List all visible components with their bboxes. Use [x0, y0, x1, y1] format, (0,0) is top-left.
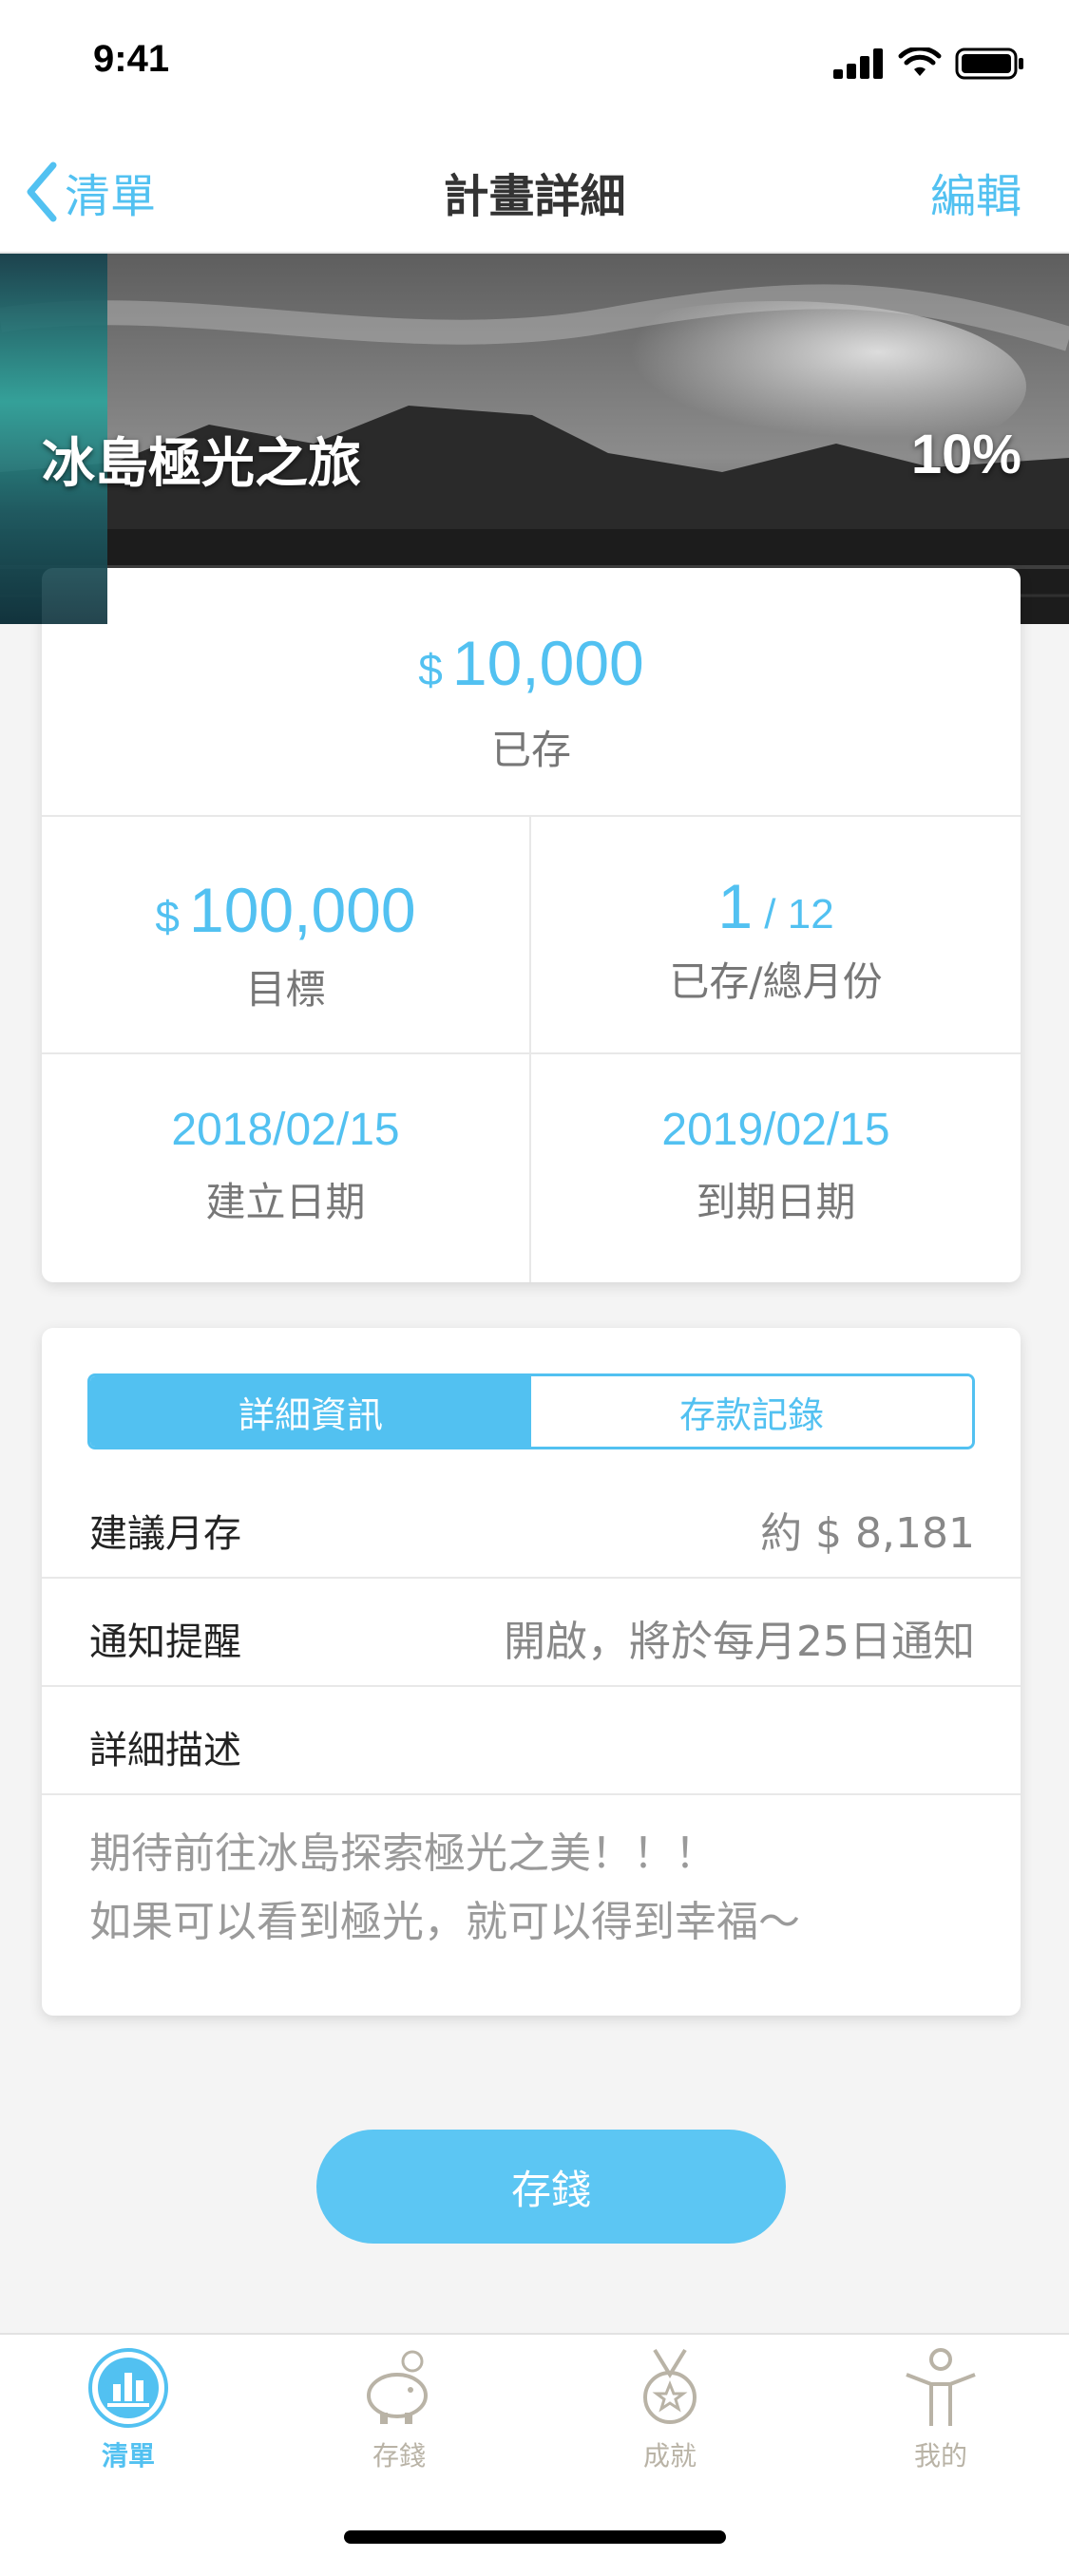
target-value: 100,000: [189, 875, 416, 945]
due-date-cell: 2019/02/15 到期日期: [531, 1054, 1021, 1282]
tab-details-info[interactable]: 詳細資訊: [90, 1376, 531, 1447]
plan-progress-percent: 10%: [910, 424, 1021, 485]
saved-label: 已存: [490, 727, 571, 773]
description-row: 詳細描述: [42, 1687, 1021, 1795]
suggested-monthly-value: 約 $ 8,181: [760, 1509, 975, 1558]
tab-save[interactable]: 存錢: [323, 2346, 475, 2473]
details-card: 詳細資訊 存款記錄 建議月存 約 $ 8,181 通知提醒 開啟，將於每月25日…: [42, 1328, 1021, 2016]
months-total: 12: [787, 891, 834, 938]
notification-label: 通知提醒: [89, 1620, 241, 1664]
status-bar: 9:41: [0, 0, 1069, 128]
description-line-2: 如果可以看到極光，就可以得到幸福～: [89, 1898, 800, 1946]
tab-achievements[interactable]: 成就: [594, 2346, 746, 2473]
piggy-bank-icon: [367, 2350, 428, 2424]
due-date: 2019/02/15: [661, 1105, 890, 1155]
months-separator: /: [753, 891, 788, 938]
target-months-section: $100,000 目標 1 / 12 已存/總月份: [42, 817, 1021, 1054]
tab-list-label: 清單: [101, 2440, 155, 2472]
created-date-label: 建立日期: [205, 1179, 366, 1225]
cellular-signal-icon: [833, 48, 883, 79]
dates-section: 2018/02/15 建立日期 2019/02/15 到期日期: [42, 1054, 1021, 1282]
created-date-cell: 2018/02/15 建立日期: [42, 1054, 531, 1282]
tab-save-label: 存錢: [372, 2440, 426, 2472]
tab-deposit-records[interactable]: 存款記錄: [531, 1376, 972, 1447]
page-title: 計畫詳細: [443, 170, 626, 223]
description-label: 詳細描述: [89, 1729, 241, 1772]
edit-button[interactable]: 編輯: [930, 159, 1021, 225]
saved-amount-section: $10,000 已存: [42, 568, 1021, 817]
target-cell: $100,000 目標: [42, 817, 531, 1052]
save-money-button[interactable]: 存錢: [316, 2130, 786, 2244]
list-chart-icon: [88, 2348, 168, 2428]
notification-row[interactable]: 通知提醒 開啟，將於每月25日通知: [42, 1579, 1021, 1687]
target-label: 目標: [245, 966, 326, 1013]
saved-amount: $10,000: [42, 627, 1021, 699]
months-label: 已存/總月份: [669, 958, 883, 1005]
navigation-bar: 清單 計畫詳細 編輯: [0, 128, 1069, 254]
battery-icon: [955, 47, 1023, 80]
target-amount: $100,000: [42, 874, 529, 946]
plan-title: 冰島極光之旅: [42, 433, 361, 495]
description-line-1: 期待前往冰島探索極光之美！！！: [89, 1829, 716, 1878]
target-currency: $: [155, 892, 180, 941]
wifi-icon: [898, 47, 942, 76]
details-segmented-control: 詳細資訊 存款記錄: [87, 1373, 975, 1449]
status-time: 9:41: [93, 38, 170, 80]
saved-currency: $: [418, 645, 443, 694]
home-indicator: [344, 2530, 726, 2544]
created-date: 2018/02/15: [171, 1105, 400, 1155]
suggested-monthly-label: 建議月存: [89, 1512, 241, 1556]
summary-card: $10,000 已存 $100,000 目標 1 / 12 已存/總月份 201…: [42, 568, 1021, 1282]
suggested-monthly-row: 建議月存 約 $ 8,181: [42, 1470, 1021, 1579]
months-saved: 1: [717, 871, 754, 941]
person-icon: [906, 2348, 976, 2426]
due-date-label: 到期日期: [696, 1179, 856, 1225]
tab-profile[interactable]: 我的: [865, 2346, 1017, 2473]
tab-list[interactable]: 清單: [52, 2346, 204, 2473]
description-text: 期待前往冰島探索極光之美！！！ 如果可以看到極光，就可以得到幸福～: [89, 1820, 973, 1957]
months-cell: 1 / 12 已存/總月份: [531, 817, 1021, 1052]
notification-value: 開啟，將於每月25日通知: [504, 1618, 975, 1666]
medal-icon: [643, 2348, 697, 2424]
tab-profile-label: 我的: [913, 2440, 967, 2472]
tab-achievements-label: 成就: [642, 2440, 697, 2472]
saved-value: 10,000: [451, 628, 644, 698]
status-icons: [833, 47, 1025, 80]
months-value: 1 / 12: [531, 870, 1021, 942]
